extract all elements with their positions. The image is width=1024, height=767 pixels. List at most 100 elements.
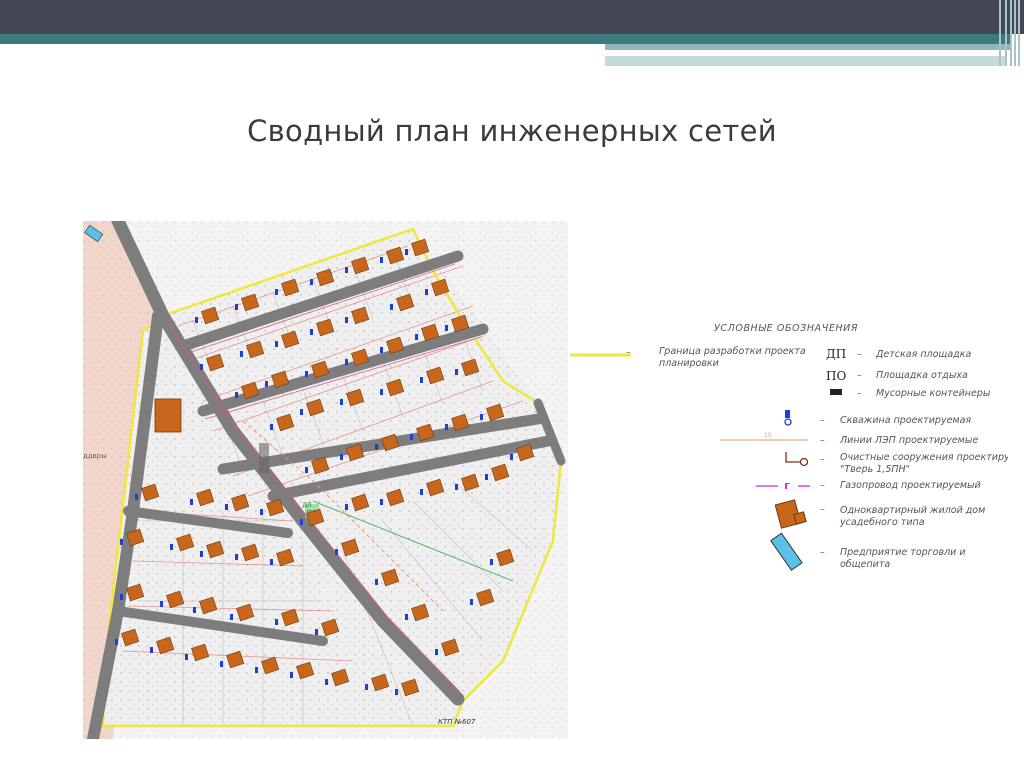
legend-heading: УСЛОВНЫЕ ОБОЗНАЧЕНИЯ xyxy=(714,323,858,334)
well-marker xyxy=(345,359,348,365)
svg-text:–: – xyxy=(820,480,825,491)
legend-item-gas: Газопровод проектируемый xyxy=(840,480,981,491)
legend-item-bins: Мусорные контейнеры xyxy=(876,388,991,399)
well-marker xyxy=(315,629,318,635)
legend-item-well: Скважина проектируемая xyxy=(840,415,971,426)
svg-text:–: – xyxy=(820,435,825,446)
well-marker xyxy=(305,467,308,473)
legend-item-shop: Предприятие торговли и xyxy=(840,547,966,558)
legend-item-treatment: Очистные сооружения проектируемы xyxy=(840,452,1008,463)
legend-item-treatment-line2: "Тверь 1,5ПН" xyxy=(840,464,910,475)
well-marker xyxy=(160,601,163,607)
well-marker xyxy=(270,559,273,565)
well-marker xyxy=(375,579,378,585)
well-marker xyxy=(340,399,343,405)
legend-item-house: Одноквартирный жилой дом xyxy=(840,505,985,516)
well-marker xyxy=(455,484,458,490)
well-marker xyxy=(225,504,228,510)
well-marker xyxy=(275,341,278,347)
slide-accent-stripes xyxy=(995,0,1024,66)
svg-text:10: 10 xyxy=(764,432,772,439)
well-marker xyxy=(310,279,313,285)
svg-text:–: – xyxy=(857,388,862,399)
well-marker xyxy=(345,504,348,510)
well-marker xyxy=(115,639,118,645)
legend-shop-symbol xyxy=(770,532,803,571)
well-marker xyxy=(170,544,173,550)
legend-item-boundary: Граница разработки проекта xyxy=(659,346,806,357)
well-marker xyxy=(470,599,473,605)
well-marker xyxy=(405,249,408,255)
slide-title: Сводный план инженерных сетей xyxy=(247,114,777,148)
well-marker xyxy=(270,424,273,430)
well-marker xyxy=(420,489,423,495)
slide-accent-bar-pale xyxy=(605,56,1005,66)
well-marker xyxy=(345,267,348,273)
well-marker xyxy=(445,424,448,430)
slide-accent-bar xyxy=(0,34,1010,44)
legend-house-symbol xyxy=(774,499,807,529)
legend-item-power: Линии ЛЭП проектируемые xyxy=(839,435,978,446)
well-marker xyxy=(380,389,383,395)
well-marker xyxy=(260,509,263,515)
substation-label: КТП №607 xyxy=(438,718,476,726)
well-marker xyxy=(275,619,278,625)
svg-text:–: – xyxy=(820,547,825,558)
well-marker xyxy=(365,684,368,690)
well-marker xyxy=(435,649,438,655)
svg-text:–: – xyxy=(626,347,631,358)
well-marker xyxy=(120,594,123,600)
well-marker xyxy=(235,554,238,560)
well-marker xyxy=(380,499,383,505)
well-marker xyxy=(230,614,233,620)
well-marker xyxy=(235,304,238,310)
legend-treatment-symbol xyxy=(785,452,809,467)
well-marker xyxy=(275,289,278,295)
well-marker xyxy=(335,549,338,555)
well-marker xyxy=(415,334,418,340)
svg-text:–: – xyxy=(820,504,825,515)
well-marker xyxy=(185,654,188,660)
slide-accent-bar-light xyxy=(605,44,1010,50)
well-marker xyxy=(120,539,123,545)
svg-text:–: – xyxy=(820,454,825,465)
well-marker xyxy=(300,409,303,415)
legend-bins-symbol xyxy=(830,389,842,395)
legend-item-boundary-line2: планировки xyxy=(659,358,719,369)
shop-building xyxy=(154,398,182,433)
well-marker xyxy=(455,369,458,375)
legend-gas-symbol: г xyxy=(784,479,790,492)
well-marker xyxy=(510,454,513,460)
well-marker xyxy=(310,329,313,335)
well-marker xyxy=(395,689,398,695)
well-marker xyxy=(445,325,448,331)
legend-well-symbol xyxy=(784,410,792,426)
well-marker xyxy=(325,679,328,685)
street-label: ддвры xyxy=(83,452,107,460)
well-marker xyxy=(235,392,238,398)
well-marker xyxy=(300,519,303,525)
well-marker xyxy=(375,444,378,450)
well-marker xyxy=(340,454,343,460)
well-marker xyxy=(410,434,413,440)
well-marker xyxy=(305,371,308,377)
well-marker xyxy=(345,317,348,323)
site-plan-map: ПО ДП КТП №607 ддвры xyxy=(83,221,568,739)
svg-text:–: – xyxy=(857,370,862,381)
well-marker xyxy=(200,551,203,557)
well-marker xyxy=(220,661,223,667)
well-marker xyxy=(290,672,293,678)
well-marker xyxy=(193,607,196,613)
playground-area xyxy=(259,443,269,473)
legend-item-rest: Площадка отдыха xyxy=(876,370,968,381)
well-marker xyxy=(150,647,153,653)
well-marker xyxy=(240,351,243,357)
slide-top-bar xyxy=(0,0,1024,34)
playground-label: ДП xyxy=(302,502,311,509)
well-marker xyxy=(255,667,258,673)
svg-text:–: – xyxy=(820,415,825,426)
well-marker xyxy=(490,559,493,565)
legend-playground-symbol: ДП xyxy=(826,347,846,361)
well-marker xyxy=(380,347,383,353)
legend: УСЛОВНЫЕ ОБОЗНАЧЕНИЯ – Граница разработк… xyxy=(570,323,1008,571)
